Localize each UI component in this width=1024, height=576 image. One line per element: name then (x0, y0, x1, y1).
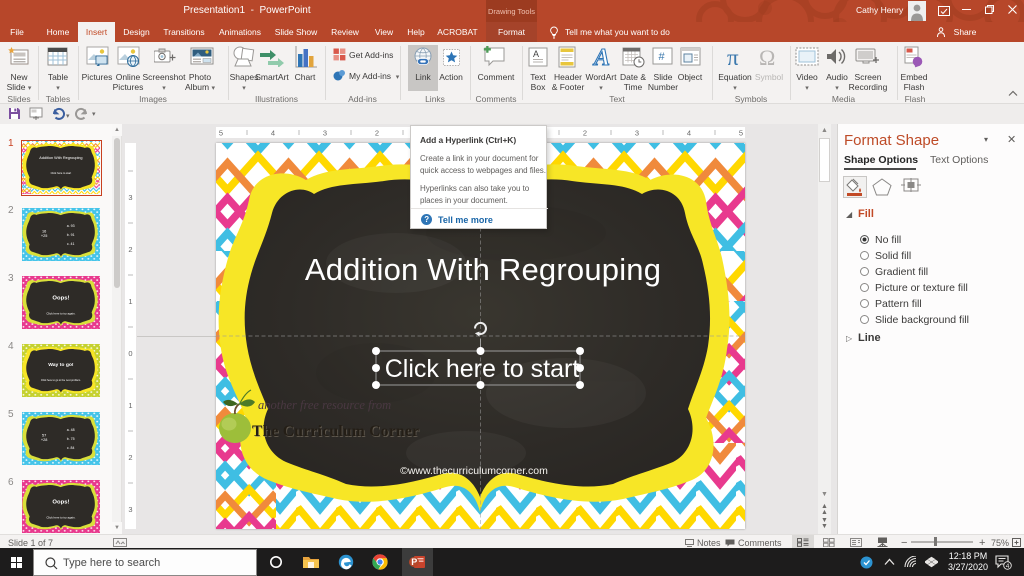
svg-text:a. 93: a. 93 (67, 224, 75, 228)
svg-text:π: π (727, 46, 739, 68)
svg-text:4: 4 (1006, 563, 1010, 570)
svg-text:c. 84: c. 84 (67, 446, 75, 450)
svg-text:1: 1 (128, 401, 132, 410)
svg-text:+28: +28 (41, 438, 47, 442)
svg-text:Click here to go to the next p: Click here to go to the next problem. (41, 379, 81, 382)
svg-text:b. 91: b. 91 (67, 233, 75, 237)
svg-text:Oops!: Oops! (52, 295, 69, 301)
svg-text:3: 3 (128, 505, 132, 514)
svg-text:Click here to try again.: Click here to try again. (46, 312, 75, 316)
svg-text:The Curriculum Corner: The Curriculum Corner (252, 423, 419, 440)
svg-text:Oops!: Oops! (52, 499, 69, 505)
svg-text:?: ? (424, 215, 429, 224)
svg-text:Ω: Ω (759, 46, 775, 68)
svg-text:2: 2 (128, 453, 132, 462)
svg-text:c. 41: c. 41 (67, 242, 75, 246)
svg-text:Addition With Regrouping: Addition With Regrouping (39, 155, 82, 159)
svg-text:3: 3 (128, 193, 132, 202)
svg-text:P: P (411, 557, 417, 567)
svg-text:3: 3 (635, 129, 639, 138)
svg-text:©www.thecurriculumcorner.com: ©www.thecurriculumcorner.com (400, 465, 548, 477)
svg-text:Click here to start: Click here to start (385, 355, 580, 383)
svg-text:5: 5 (739, 129, 743, 138)
svg-text:57: 57 (42, 434, 46, 438)
svg-text:16: 16 (42, 230, 46, 234)
svg-text:5: 5 (219, 129, 223, 138)
svg-text:4: 4 (687, 129, 691, 138)
svg-text:2: 2 (375, 129, 379, 138)
svg-text:#: # (659, 51, 666, 63)
svg-text:A: A (592, 46, 610, 68)
svg-text:b. 75: b. 75 (67, 437, 75, 441)
svg-text:Click here to try again.: Click here to try again. (46, 516, 75, 520)
svg-text:A: A (533, 49, 539, 59)
svg-text:Way to go!: Way to go! (48, 362, 74, 368)
svg-text:+25: +25 (41, 234, 47, 238)
svg-text:another free resource from: another free resource from (258, 398, 391, 412)
svg-text:a. 48: a. 48 (67, 428, 75, 432)
svg-text:1: 1 (128, 297, 132, 306)
svg-text:3: 3 (323, 129, 327, 138)
svg-text:0: 0 (128, 349, 132, 358)
svg-text:2: 2 (583, 129, 587, 138)
svg-text:4: 4 (271, 129, 275, 138)
svg-text:2: 2 (128, 245, 132, 254)
svg-text:Addition With Regrouping: Addition With Regrouping (305, 252, 661, 287)
